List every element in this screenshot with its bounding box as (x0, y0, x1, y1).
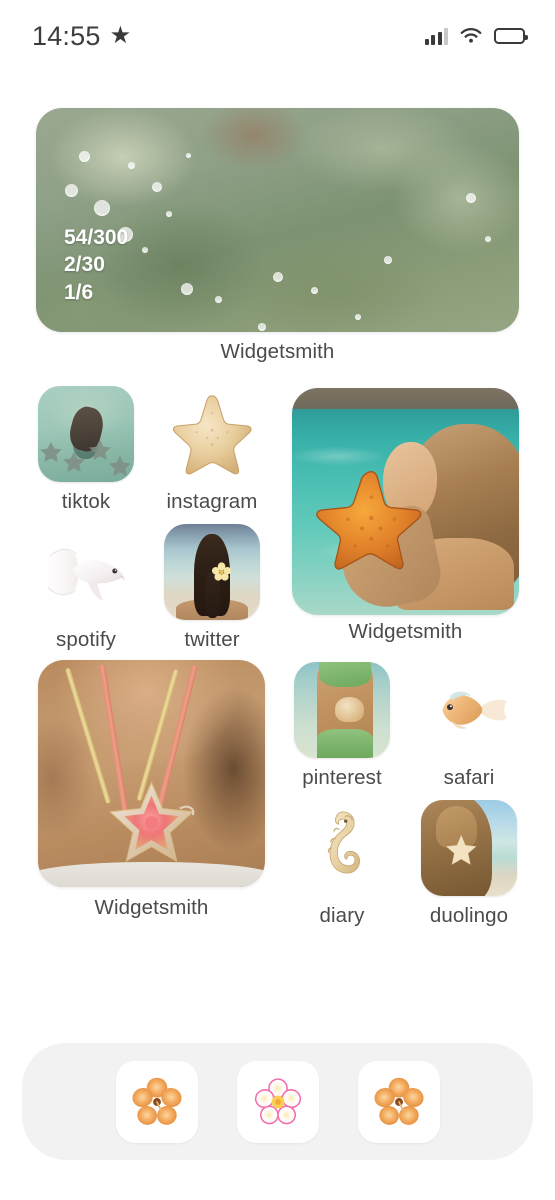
app-spotify[interactable]: spotify (38, 524, 134, 652)
app-safari[interactable]: safari (421, 662, 517, 790)
widget-necklace-label: Widgetsmith (94, 896, 209, 919)
plumeria-flower-icon (252, 1077, 304, 1127)
starfish-icon (164, 386, 260, 482)
app-spotify-icon (38, 524, 134, 620)
hibiscus-flower-icon (130, 1076, 184, 1128)
app-diary-icon (294, 800, 390, 896)
app-instagram[interactable]: instagram (164, 386, 260, 514)
widget-algae-line-3: 1/6 (64, 280, 94, 304)
widget-starfish-girl-artwork (292, 388, 519, 615)
app-duolingo-label: duolingo (429, 904, 509, 927)
app-duolingo[interactable]: duolingo (421, 800, 517, 928)
goldfish-icon (421, 662, 517, 758)
widget-algae-label: Widgetsmith (220, 340, 335, 363)
starfish-hair-clip (442, 833, 480, 868)
app-spotify-label: spotify (56, 628, 116, 651)
dock (22, 1043, 533, 1160)
app-duolingo-icon (421, 800, 517, 896)
app-diary-label: diary (319, 904, 365, 927)
app-twitter-label: twitter (184, 628, 240, 651)
orange-starfish (310, 467, 428, 571)
widget-algae[interactable]: 54/300 2/30 1/6 (36, 108, 519, 332)
app-pinterest[interactable]: pinterest (294, 662, 390, 790)
white-betta-fish-icon (38, 524, 134, 620)
app-instagram-label: instagram (166, 490, 258, 513)
app-safari-icon (421, 662, 517, 758)
app-safari-label: safari (443, 766, 495, 789)
app-tiktok[interactable]: tiktok (38, 386, 134, 514)
dock-item-1[interactable] (115, 1060, 198, 1143)
app-twitter[interactable]: twitter (164, 524, 260, 652)
widget-necklace[interactable] (38, 660, 265, 887)
app-instagram-icon (164, 386, 260, 482)
dock-item-2[interactable] (236, 1060, 319, 1143)
app-diary[interactable]: diary (294, 800, 390, 928)
widget-necklace-artwork (38, 660, 265, 887)
widget-algae-line-2: 2/30 (64, 253, 105, 277)
widget-starfish-girl-label: Widgetsmith (348, 620, 463, 643)
widget-algae-overlay-text: 54/300 2/30 1/6 (64, 224, 128, 306)
app-pinterest-icon (294, 662, 390, 758)
widget-starfish-girl[interactable] (292, 388, 519, 615)
widget-algae-artwork: 54/300 2/30 1/6 (36, 108, 519, 332)
glass-starfish-pendant (97, 778, 206, 864)
app-tiktok-icon (38, 386, 134, 482)
hibiscus-flower-icon (372, 1076, 426, 1128)
home-screen: 54/300 2/30 1/6 Widgetsmith tiktok insta… (0, 0, 555, 1200)
seahorse-icon (294, 800, 390, 896)
widget-algae-line-1: 54/300 (64, 226, 129, 250)
dock-item-3[interactable] (357, 1060, 440, 1143)
flower-hair-accessory (211, 562, 232, 581)
app-twitter-icon (164, 524, 260, 620)
app-tiktok-label: tiktok (61, 490, 111, 513)
app-pinterest-label: pinterest (302, 766, 382, 789)
